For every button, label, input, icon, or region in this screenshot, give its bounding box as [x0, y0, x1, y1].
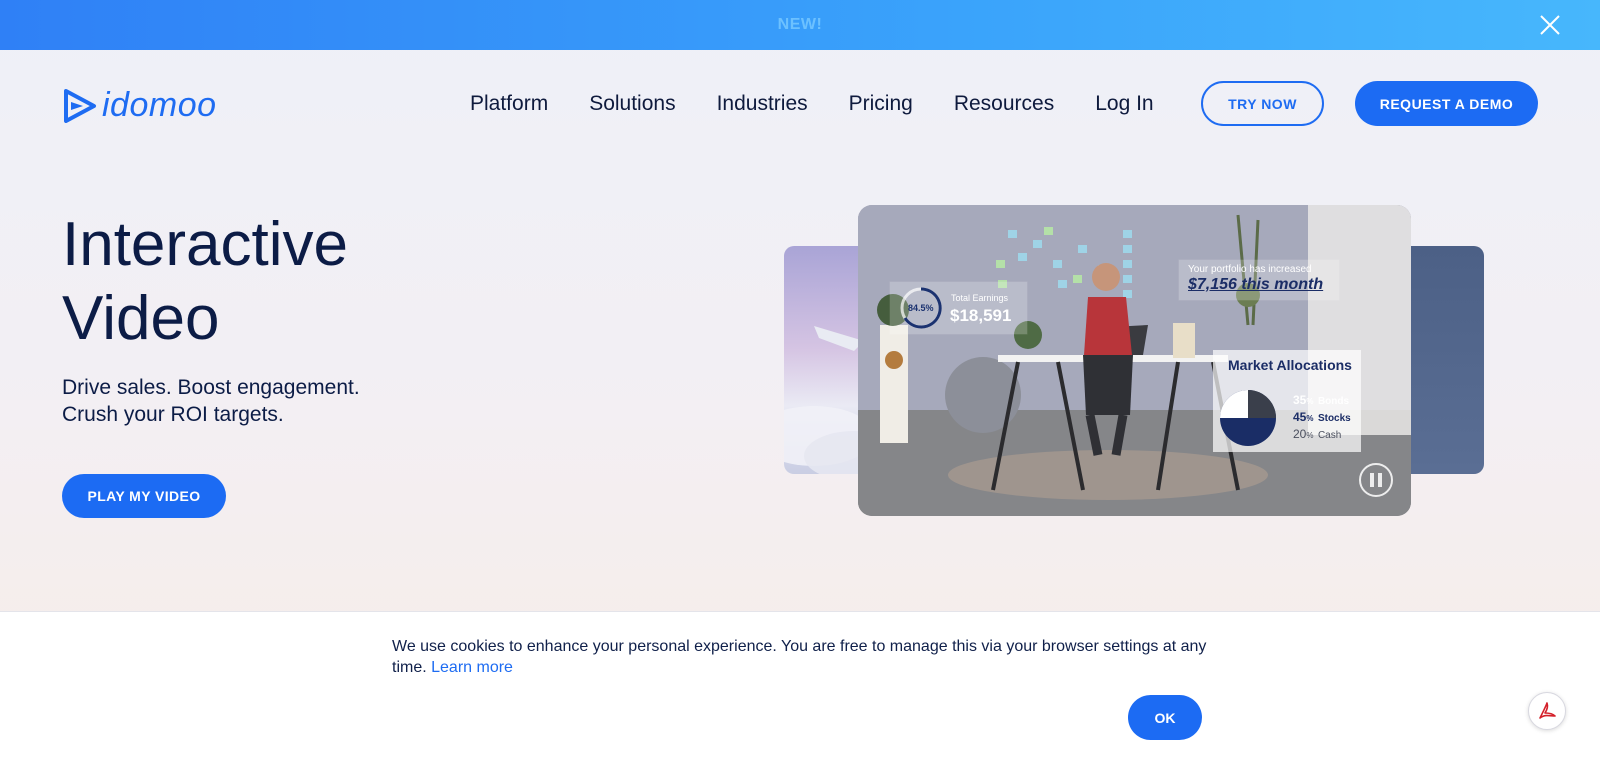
portfolio-value: $7,156 this month: [1188, 276, 1324, 293]
alloc-cash-label: Cash: [1317, 430, 1342, 441]
nav-solutions[interactable]: Solutions: [589, 88, 675, 120]
banner-text[interactable]: NEW!: [778, 16, 823, 34]
hero-title-line2: Video: [62, 284, 220, 353]
nav-platform[interactable]: Platform: [470, 88, 548, 120]
logo-text: idomoo: [102, 86, 217, 124]
cookie-banner: We use cookies to enhance your personal …: [0, 611, 1600, 762]
alloc-stocks-unit: %: [1306, 414, 1314, 423]
nav-pricing[interactable]: Pricing: [849, 88, 913, 120]
earnings-ring-value: 84.5%: [908, 303, 934, 313]
alloc-bonds-unit: %: [1306, 397, 1314, 406]
cookie-ok-button[interactable]: OK: [1128, 695, 1202, 740]
alloc-cash-pct: 20: [1293, 427, 1307, 441]
interactive-video-player[interactable]: 84.5% Total Earnings $18,591 Your portfo…: [858, 205, 1411, 516]
hero-sub-line1: Drive sales. Boost engagement.: [62, 376, 360, 399]
hero-sub-line2: Crush your ROI targets.: [62, 403, 284, 426]
play-logo-icon: [64, 88, 96, 123]
nav-industries[interactable]: Industries: [717, 88, 808, 120]
portfolio-label: Your portfolio has increased: [1188, 264, 1312, 275]
allocations-title: Market Allocations: [1228, 357, 1352, 373]
earnings-label: Total Earnings: [951, 293, 1009, 303]
alloc-stocks-label: Stocks: [1317, 413, 1351, 424]
pdf-reader-badge[interactable]: [1528, 692, 1566, 730]
hero-title-line1: Interactive: [62, 210, 349, 279]
idomoo-logo[interactable]: idomoo: [62, 86, 217, 125]
alloc-stocks-pct: 45: [1293, 410, 1307, 424]
play-video-button[interactable]: PLAY MY VIDEO: [62, 474, 226, 518]
alloc-bonds-pct: 35: [1293, 393, 1307, 407]
alloc-row-cash: 20% Cash: [1293, 425, 1341, 443]
earnings-value: $18,591: [950, 306, 1012, 325]
nav-login[interactable]: Log In: [1095, 88, 1153, 120]
hero-title: Interactive Video: [62, 208, 348, 356]
acrobat-icon: [1539, 702, 1556, 719]
pause-icon[interactable]: [1358, 463, 1394, 499]
try-now-button[interactable]: TRY NOW: [1201, 81, 1324, 126]
alloc-row-bonds: 35% Bonds: [1293, 391, 1349, 409]
cookie-message: We use cookies to enhance your personal …: [392, 636, 1222, 678]
alloc-bonds-label: Bonds: [1317, 396, 1350, 407]
request-demo-button[interactable]: REQUEST A DEMO: [1355, 81, 1538, 126]
announcement-banner: NEW!: [0, 0, 1600, 50]
cookie-text: We use cookies to enhance your personal …: [392, 638, 1207, 676]
hero-subtitle: Drive sales. Boost engagement. Crush you…: [62, 374, 360, 428]
main-nav: Platform Solutions Industries Pricing Re…: [470, 88, 1195, 120]
alloc-row-stocks: 45% Stocks: [1293, 408, 1351, 426]
learn-more-link[interactable]: Learn more: [431, 659, 513, 676]
nav-resources[interactable]: Resources: [954, 88, 1054, 120]
close-icon[interactable]: [1538, 13, 1562, 37]
alloc-cash-unit: %: [1306, 431, 1314, 440]
